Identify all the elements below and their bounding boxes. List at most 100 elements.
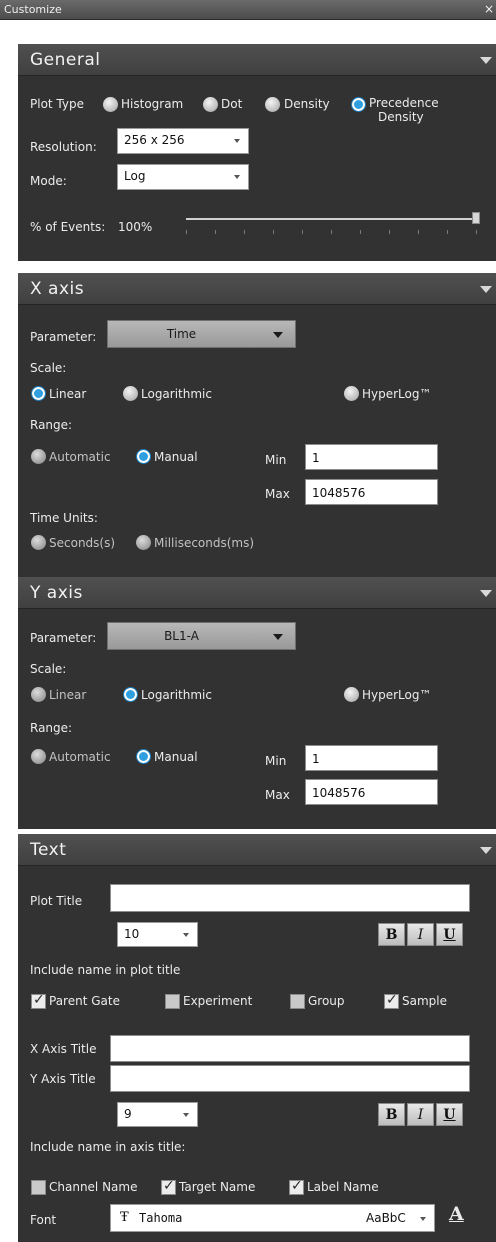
radio-density-label: Density	[284, 97, 330, 111]
checkbox-sample-label: Sample	[402, 994, 447, 1008]
collapse-arrow-icon[interactable]	[480, 590, 492, 597]
radio-yaxis-linear-label: Linear	[49, 688, 87, 702]
radio-xaxis-linear[interactable]	[31, 386, 46, 401]
collapse-arrow-icon[interactable]	[480, 847, 492, 854]
font-preview: AaBbC	[366, 1211, 406, 1225]
window-title: Customize	[4, 3, 62, 16]
radio-density[interactable]	[265, 97, 280, 112]
resolution-dropdown[interactable]: 256 x 256	[117, 128, 249, 154]
collapse-arrow-icon[interactable]	[480, 286, 492, 293]
mode-value: Log	[124, 169, 146, 183]
chevron-down-icon	[234, 139, 240, 143]
xaxis-min-label: Min	[265, 453, 287, 467]
yaxis-max-field[interactable]: 1048576	[305, 779, 438, 805]
yaxis-max-label: Max	[265, 788, 290, 802]
events-value: 100%	[118, 220, 153, 234]
radio-xaxis-hyperlog-label: HyperLog™	[362, 387, 432, 401]
text-section-header[interactable]: Text	[18, 834, 496, 866]
radio-dot-label: Dot	[221, 97, 243, 111]
yaxis-scale-label: Scale:	[30, 662, 67, 676]
italic-button[interactable]: I	[407, 923, 434, 946]
radio-milliseconds-label: Milliseconds(ms)	[154, 536, 255, 550]
font-color-icon[interactable]: A	[449, 1203, 464, 1225]
radio-seconds[interactable]	[31, 535, 46, 550]
radio-yaxis-logarithmic[interactable]	[123, 687, 138, 702]
bold-button[interactable]: B	[378, 923, 405, 946]
radio-precedence-density-label-line2: Density	[378, 110, 424, 124]
xaxis-scale-label: Scale:	[30, 361, 67, 375]
radio-xaxis-hyperlog[interactable]	[344, 386, 359, 401]
radio-yaxis-hyperlog-label: HyperLog™	[362, 688, 432, 702]
radio-xaxis-logarithmic[interactable]	[123, 386, 138, 401]
slider-tick	[302, 230, 303, 234]
plot-title-field[interactable]	[110, 884, 470, 912]
yaxis-min-label: Min	[265, 754, 287, 768]
text-section-title: Text	[30, 840, 67, 860]
yaxis-section: Y axis Parameter: BL1-A Scale: Linear Lo…	[18, 577, 496, 829]
checkbox-parent-gate-label: Parent Gate	[49, 994, 120, 1008]
chevron-down-icon	[420, 1217, 426, 1221]
xaxis-max-field[interactable]: 1048576	[305, 479, 438, 505]
radio-histogram-label: Histogram	[121, 97, 184, 111]
checkbox-parent-gate[interactable]	[31, 992, 46, 1009]
x-axis-title-label: X Axis Title	[30, 1042, 97, 1056]
xaxis-section-header[interactable]: X axis	[18, 273, 496, 305]
yaxis-parameter-value: BL1-A	[164, 629, 199, 643]
collapse-arrow-icon[interactable]	[480, 57, 492, 64]
axis-italic-button[interactable]: I	[407, 1103, 434, 1126]
axis-bold-button[interactable]: B	[378, 1103, 405, 1126]
axis-underline-button[interactable]: U	[436, 1103, 463, 1126]
checkbox-experiment[interactable]	[165, 994, 180, 1009]
checkbox-sample[interactable]	[384, 992, 399, 1009]
mode-label: Mode:	[30, 174, 67, 188]
xaxis-parameter-label: Parameter:	[30, 330, 97, 344]
general-section-title: General	[30, 50, 101, 70]
font-dropdown[interactable]: Ŧ Tahoma AaBbC	[110, 1204, 435, 1232]
checkbox-group-label: Group	[308, 994, 345, 1008]
include-axis-title-label: Include name in axis title:	[30, 1140, 186, 1154]
events-slider-thumb[interactable]	[472, 212, 480, 224]
underline-button[interactable]: U	[436, 923, 463, 946]
general-section-header[interactable]: General	[18, 44, 496, 76]
plot-title-label: Plot Title	[30, 894, 83, 908]
radio-yaxis-manual[interactable]	[136, 749, 151, 764]
x-axis-title-field[interactable]	[110, 1035, 470, 1062]
radio-xaxis-manual[interactable]	[136, 449, 151, 464]
checkbox-target-name[interactable]	[161, 1178, 176, 1195]
radio-dot[interactable]	[203, 97, 218, 112]
radio-yaxis-automatic-label: Automatic	[49, 750, 111, 764]
yaxis-parameter-dropdown[interactable]: BL1-A	[107, 622, 296, 650]
slider-tick	[389, 230, 390, 234]
slider-tick	[418, 230, 419, 234]
radio-precedence-density[interactable]	[351, 97, 366, 112]
include-plot-title-label: Include name in plot title	[30, 963, 181, 977]
axis-title-size-dropdown[interactable]: 9	[117, 1102, 198, 1127]
radio-milliseconds[interactable]	[136, 535, 151, 550]
checkbox-group[interactable]	[290, 994, 305, 1009]
checkbox-channel-name[interactable]	[31, 1180, 46, 1195]
yaxis-min-field[interactable]: 1	[305, 745, 438, 771]
y-axis-title-field[interactable]	[110, 1065, 470, 1092]
xaxis-parameter-value: Time	[166, 327, 197, 341]
yaxis-section-header[interactable]: Y axis	[18, 577, 496, 609]
radio-yaxis-linear[interactable]	[31, 687, 46, 702]
slider-tick	[447, 230, 448, 234]
close-icon[interactable]: ×	[484, 2, 494, 16]
checkbox-target-name-label: Target Name	[179, 1180, 256, 1194]
plot-title-size-value: 10	[124, 927, 140, 941]
plot-type-label: Plot Type	[30, 97, 84, 111]
xaxis-parameter-dropdown[interactable]: Time	[107, 320, 296, 348]
radio-yaxis-automatic[interactable]	[31, 749, 46, 764]
yaxis-min-value: 1	[312, 752, 320, 766]
plot-title-size-dropdown[interactable]: 10	[117, 922, 198, 947]
checkbox-label-name[interactable]	[289, 1178, 304, 1195]
xaxis-min-field[interactable]: 1	[305, 444, 438, 470]
radio-xaxis-linear-label: Linear	[49, 387, 87, 401]
radio-yaxis-hyperlog[interactable]	[344, 687, 359, 702]
radio-xaxis-automatic[interactable]	[31, 449, 46, 464]
events-slider-track[interactable]	[186, 218, 476, 220]
text-section: Text Plot Title 10 B I U Include name in…	[18, 834, 496, 1242]
chevron-down-icon	[234, 175, 240, 179]
mode-dropdown[interactable]: Log	[117, 164, 249, 190]
radio-histogram[interactable]	[103, 97, 118, 112]
